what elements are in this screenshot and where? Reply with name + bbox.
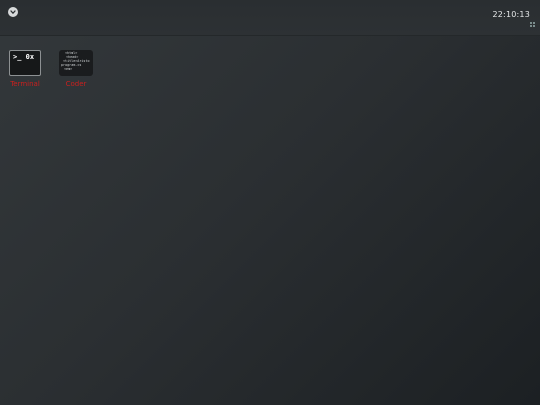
chevron-down-glyph — [10, 10, 16, 14]
terminal-glyph: >_ 0x — [13, 53, 35, 61]
terminal-icon[interactable]: >_ 0x — [9, 50, 41, 76]
desktop-icon-label-coder: Coder — [65, 80, 87, 88]
chevron-down-circle-icon[interactable] — [8, 7, 18, 17]
desktop-icon-label-terminal: Terminal — [10, 80, 40, 88]
grip-dots-icon[interactable] — [530, 22, 535, 27]
clock: 22:10:13 — [492, 10, 530, 19]
desktop-icon-coder[interactable]: <html> <head> <title>Aristo program.cs <… — [56, 50, 96, 88]
top-bar: 22:10:13 — [0, 0, 540, 36]
code-line: <em> — [64, 67, 73, 71]
code-editor-icon[interactable]: <html> <head> <title>Aristo program.cs <… — [59, 50, 93, 76]
desktop-icon-terminal[interactable]: >_ 0x Terminal — [5, 50, 45, 88]
